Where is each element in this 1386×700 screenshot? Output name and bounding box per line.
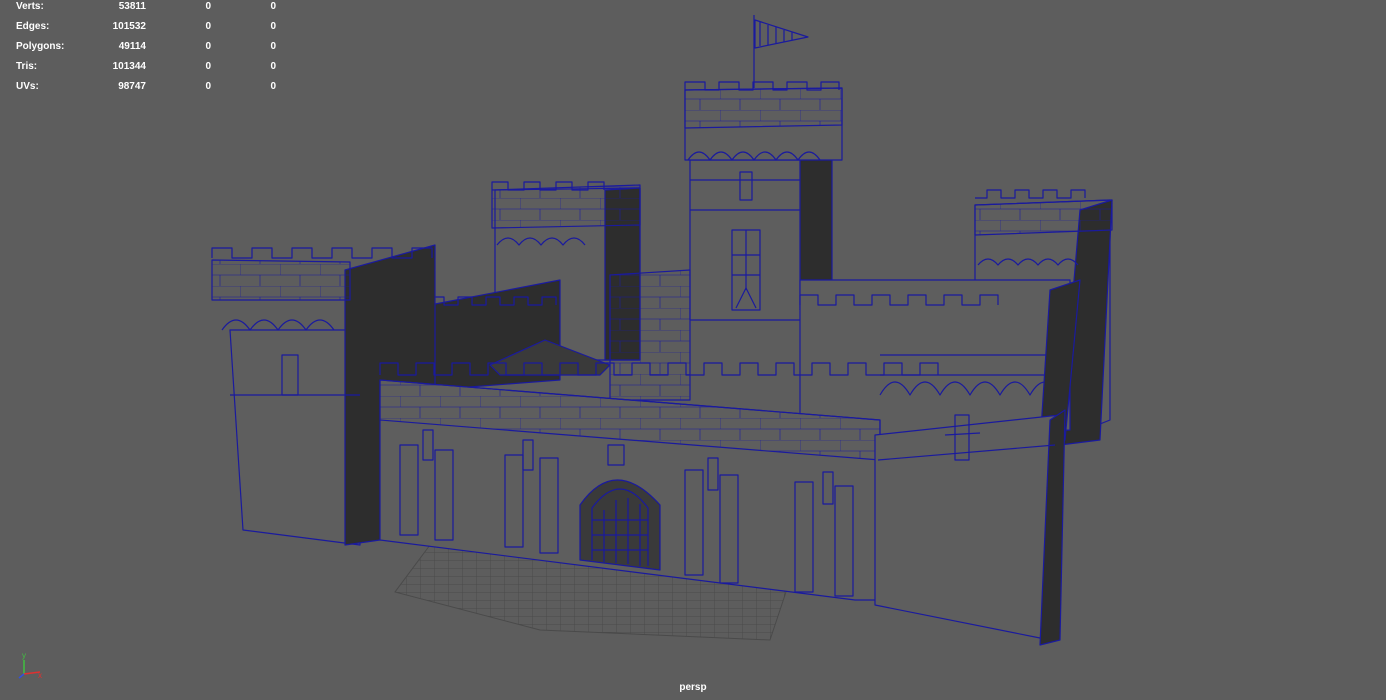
axis-y-label: y	[22, 651, 26, 660]
axis-x-label: x	[38, 671, 42, 680]
hud-row: UVs: 98747 0 0	[16, 81, 276, 101]
hud-label: Edges:	[16, 21, 50, 32]
hud-value-other: 0	[270, 61, 276, 72]
camera-label: persp	[679, 682, 707, 693]
hud-row: Polygons: 49114 0 0	[16, 41, 276, 61]
hud-value-selected: 0	[205, 1, 211, 12]
hud-value-scene: 101532	[112, 21, 146, 32]
hud-value-selected: 0	[205, 61, 211, 72]
hud-value-selected: 0	[205, 81, 211, 92]
hud-row: Tris: 101344 0 0	[16, 61, 276, 81]
hud-row: Verts: 53811 0 0	[16, 1, 276, 21]
hud-value-other: 0	[270, 1, 276, 12]
right-front-tower	[874, 409, 1066, 646]
hud-value-scene: 49114	[118, 41, 146, 52]
hud-value-other: 0	[270, 81, 276, 92]
axis-gizmo: y x	[18, 651, 42, 680]
hud-value-scene: 101344	[112, 61, 146, 72]
back-wall	[429, 269, 691, 401]
poly-count-hud: Verts: 53811 0 0 Edges: 101532 0 0 Polygons: 4911…	[16, 1, 276, 101]
hud-value-other: 0	[270, 41, 276, 52]
hud-label: Polygons:	[16, 41, 65, 52]
hud-value-other: 0	[270, 21, 276, 32]
castle-model[interactable]	[211, 15, 1113, 646]
hud-value-scene: 98747	[118, 81, 146, 92]
hud-label: Tris:	[16, 61, 38, 72]
hud-value-selected: 0	[205, 41, 211, 52]
viewport-3d[interactable]: y x	[0, 0, 1386, 700]
hud-label: Verts:	[16, 1, 44, 12]
flag	[753, 15, 809, 88]
hud-value-selected: 0	[205, 21, 211, 32]
hud-label: UVs:	[16, 81, 39, 92]
hud-row: Edges: 101532 0 0	[16, 21, 276, 41]
hud-value-scene: 53811	[118, 1, 146, 12]
